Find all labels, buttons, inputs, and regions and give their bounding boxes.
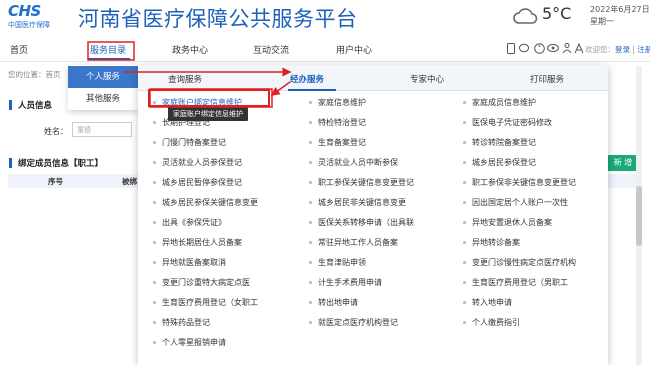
column-header-index: 序号 [48,177,63,186]
service-item[interactable]: 生育津贴申领 [306,253,366,273]
nav-government-center[interactable]: 政务中心 [172,43,208,56]
service-category-menu: 个人服务 其他服务 [68,65,138,110]
service-item[interactable]: 出具《参保凭证》 [150,213,226,233]
nav-active-indicator [88,58,130,60]
service-item[interactable]: 就医定点医疗机构登记 [306,313,398,333]
highlight-box [148,89,270,107]
service-item[interactable]: 门慢门特备案登记 [150,133,226,153]
tab-print-service[interactable]: 打印服务 [530,73,564,85]
section-title-personal-info: 人员信息 [8,100,53,111]
site-title: 河南省医疗保障公共服务平台 [78,7,358,31]
name-label: 姓名： [44,127,68,136]
column-header-bound: 被绑 [122,177,137,186]
service-item[interactable]: 家庭信息维护 [306,93,366,113]
service-item[interactable]: 城乡居民非关键信息变更 [306,193,406,213]
menu-personal-service[interactable]: 个人服务 [68,66,138,88]
service-item[interactable]: 转出地申请 [306,293,358,313]
service-item[interactable]: 因出国定居个人账户一次性 [460,193,568,213]
section-title-bound-members: 绑定成员信息【职工】 [8,158,104,169]
main-nav: 首页 服务目录 政务中心 互动交流 用户中心 欢迎您：登录 | 注册 [0,38,650,62]
service-item[interactable]: 变更门诊慢性病定点医疗机构 [460,253,576,273]
tab-query-service[interactable]: 查询服务 [168,73,202,85]
service-item[interactable]: 常驻异地工作人员备案 [306,233,398,253]
service-item[interactable]: 家庭成员信息维护 [460,93,536,113]
service-item[interactable]: 特殊药品登记 [150,313,210,333]
login-link[interactable]: 登录 [615,45,630,54]
service-item[interactable]: 职工参保关键信息变更登记 [306,173,414,193]
service-item[interactable]: 生育医疗费用登记（女职工 [150,293,258,313]
service-item[interactable]: 城乡居民暂停参保登记 [150,173,242,193]
tab-expert-center[interactable]: 专家中心 [410,73,444,85]
service-item[interactable]: 医保电子凭证密码修改 [460,113,552,133]
service-item[interactable]: 异地就医备案取消 [150,253,226,273]
wechat-icon[interactable] [519,43,531,55]
service-dropdown-panel: 查询服务 经办服务 专家中心 打印服务 家庭账户绑定信息维护 长期护理登记 门慢门特… [138,65,608,365]
active-tab-indicator [288,89,336,91]
nav-service-catalog[interactable]: 服务目录 [90,43,126,56]
font-size-icon[interactable] [573,42,585,55]
page-scrollbar[interactable] [636,66,642,365]
date: 2022年6月27日 [590,5,650,14]
service-item[interactable]: 特检特治登记 [306,113,366,133]
service-item[interactable]: 异地长期居住人员备案 [150,233,242,253]
site-header: CHS 中国医疗保障 河南省医疗保障公共服务平台 5°C 2022年6月27日 … [0,0,650,36]
weekday: 星期一 [590,17,614,26]
breadcrumb: 您的位置：首页 [8,70,61,79]
eye-icon[interactable] [547,43,559,55]
service-item[interactable]: 异地转诊备案 [460,233,520,253]
nav-interaction[interactable]: 互动交流 [253,43,289,56]
service-item[interactable]: 转诊转院备案登记 [460,133,536,153]
cloud-icon [513,8,538,24]
service-item[interactable]: 生育医疗费用登记（男职工 [460,273,568,293]
accessibility-icon[interactable] [533,43,545,55]
service-item[interactable]: 个人零星报销申请 [150,333,226,353]
scrollbar-thumb[interactable] [636,186,642,246]
service-item[interactable]: 异地安置退休人员备案 [460,213,552,233]
logo-subtitle: 中国医疗保障 [8,21,50,29]
menu-other-service[interactable]: 其他服务 [68,88,138,110]
service-item[interactable]: 城乡居民参保登记 [460,153,536,173]
service-tabs: 查询服务 经办服务 专家中心 打印服务 [138,65,608,91]
temperature: 5°C [542,4,572,23]
tab-handling-service[interactable]: 经办服务 [290,73,324,85]
site-logo[interactable]: CHS 中国医疗保障 [8,2,60,32]
welcome-area: 欢迎您：登录 | 注册 [585,44,650,55]
service-item[interactable]: 个人缴费指引 [460,313,520,333]
service-item[interactable]: 医保关系转移申请（出具联 [306,213,414,233]
service-item[interactable]: 变更门诊重特大病定点医 [150,273,250,293]
name-field[interactable]: 童德 [72,122,132,137]
service-item[interactable]: 生育备案登记 [306,133,366,153]
tooltip: 家庭账户绑定信息维护 [168,107,248,121]
register-link[interactable]: 注册 [637,45,650,54]
welcome-text: 欢迎您： [585,45,615,54]
nav-user-center[interactable]: 用户中心 [336,43,372,56]
service-item[interactable]: 职工参保非关键信息变更登记 [460,173,576,193]
logo-mark: CHS [8,2,41,20]
service-item[interactable]: 转入地申请 [460,293,512,313]
elder-mode-icon[interactable] [561,43,573,55]
service-item[interactable]: 计生手术费用申请 [306,273,382,293]
nav-home[interactable]: 首页 [10,43,28,56]
service-item[interactable]: 灵活就业人员中断参保 [306,153,398,173]
service-item[interactable]: 城乡居民参保关键信息变更 [150,193,258,213]
mobile-icon[interactable] [505,43,517,55]
service-item[interactable]: 灵活就业人员参保登记 [150,153,242,173]
